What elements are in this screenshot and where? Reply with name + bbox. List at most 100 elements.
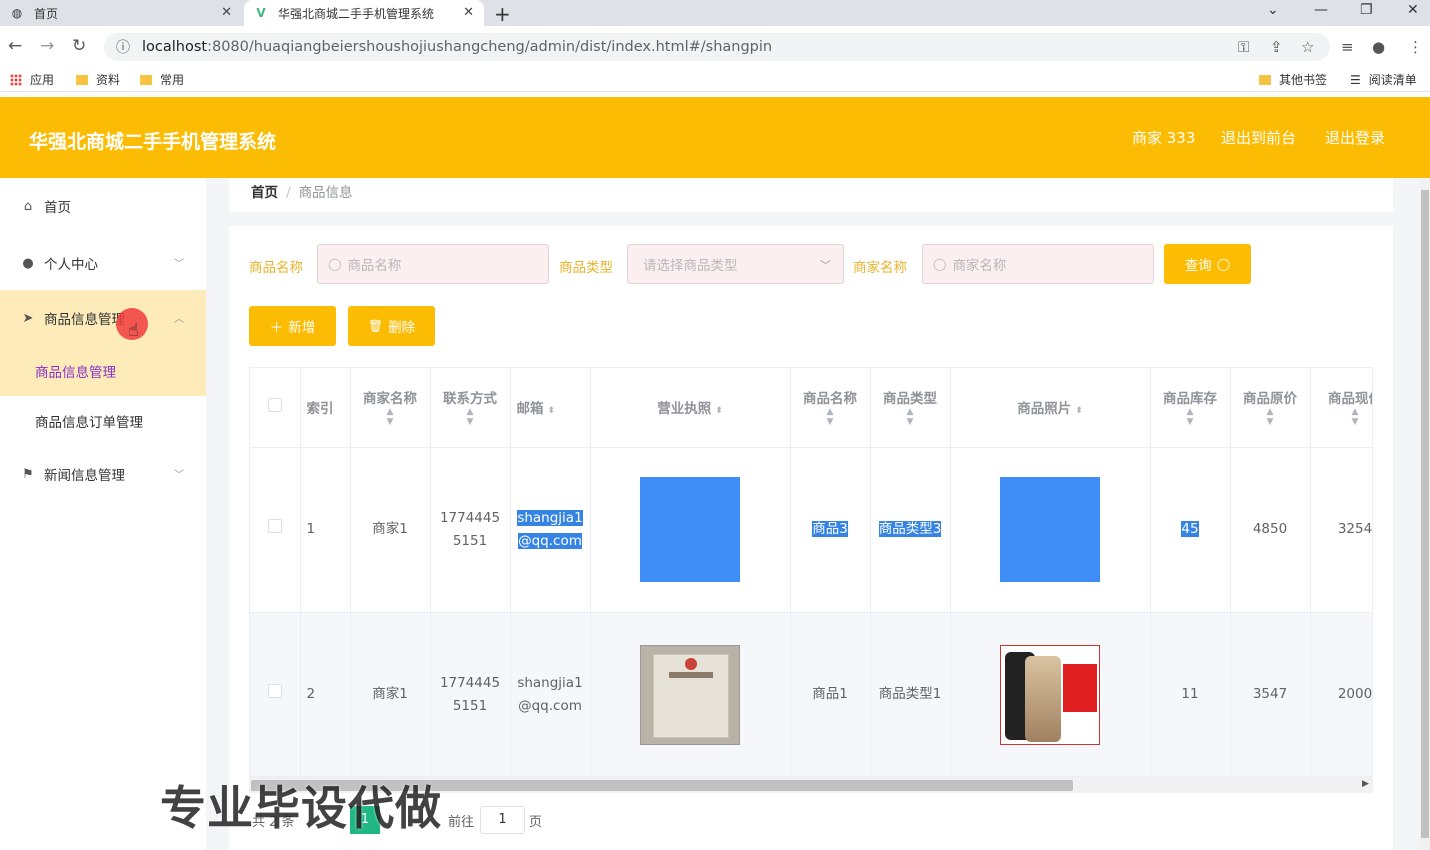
bookmark-label: 其他书签 [1279,73,1328,87]
col-phone[interactable]: 联系方式 ▲ ▼ [430,368,511,448]
bookmark-apps[interactable]: 应用 [10,71,54,88]
cell-orig-price: 3547 [1230,612,1311,776]
cell-index: 1 [300,447,351,613]
filter-merchant-label: 商家名称 [853,260,907,276]
browser-tab-app[interactable]: V 华强北商城二手手机管理系统 ✕ [244,0,484,26]
col-label: 商品照片 [1017,401,1072,418]
license-image[interactable] [640,644,740,745]
col-license[interactable]: 营业执照 ⬍ [590,368,791,448]
bookmark-other[interactable]: 其他书签 [1259,71,1327,88]
vertical-scrollbar-thumb[interactable] [1421,190,1429,838]
reload-icon[interactable]: ↻ [72,36,86,56]
cell-goods-type: 商品类型3 [870,447,951,613]
select-all-cell[interactable] [250,368,301,448]
url-field[interactable]: ⓘ localhost:8080/huaqiangbeiershoushojiu… [104,33,1330,61]
close-icon[interactable]: ✕ [221,5,232,20]
new-tab-icon[interactable]: + [494,2,511,26]
col-goods-photo[interactable]: 商品照片 ⬍ [950,368,1151,448]
sort-icon[interactable]: ▲ ▼ [797,407,864,427]
profile-icon[interactable]: ● [1372,38,1385,56]
table-row: 1 商家1 17744455151 shangjia1@qq.com 商品3 商… [250,447,1372,613]
sidebar-subitem-orders[interactable]: 商品信息订单管理 [0,396,206,446]
sort-icon[interactable]: ▲ ▼ [437,407,504,427]
watermark-text: 专业毕设代做 [160,781,442,835]
back-icon[interactable]: ← [8,36,22,56]
minimize-icon[interactable]: — [1314,2,1328,18]
menu-icon[interactable]: ⋮ [1408,38,1423,56]
sort-icon[interactable]: ⬍ [715,406,723,416]
cell-goods-type: 商品类型1 [870,612,951,776]
tab-search-icon[interactable]: ⌄ [1267,2,1279,18]
sidebar-item-news[interactable]: ⚑ 新闻信息管理 ﹀ [0,446,206,502]
col-now-price[interactable]: 商品现价▲▼ [1310,368,1373,448]
search-button[interactable]: 查询 ◯ [1164,244,1251,284]
table-row: 2 商家1 17744455151 shangjia1@qq.com 商品1 商… [250,612,1372,776]
apps-grid-icon [10,73,22,86]
col-goods-name[interactable]: 商品名称 ▲ ▼ [790,368,871,448]
sort-icon[interactable]: ▲ ▼ [877,407,944,427]
sidebar-item-goods[interactable]: ➤ 商品信息管理 ︿ [0,290,206,346]
browser-tab-home[interactable]: ◍ 首页 ✕ [0,0,242,26]
row-select-cell[interactable] [250,447,301,613]
sort-icon[interactable]: ⬍ [548,406,556,416]
star-icon[interactable]: ☆ [1301,38,1314,56]
site-info-icon[interactable]: ⓘ [116,37,130,57]
sidebar-item-home[interactable]: ⌂ 首页 [0,178,206,234]
sort-icon[interactable]: ▲ ▼ [1317,407,1373,427]
sidebar: ⌂ 首页 ● 个人中心 ﹀ ➤ 商品信息管理 ︿ 商品信息管理 商品信息订单管理… [0,178,206,850]
pager-goto-input[interactable]: 1 [480,806,525,834]
url-path: :8080/huaqiangbeiershoushojiushangcheng/… [207,39,773,55]
bookmark-label: 资料 [96,73,121,87]
bookmark-reading-list[interactable]: ☰ 阅读清单 [1350,71,1417,88]
bookmark-folder-materials[interactable]: 资料 [76,71,120,88]
merchant-name-input[interactable]: ◯ 商家名称 [922,244,1154,284]
breadcrumb-home[interactable]: 首页 [251,185,278,201]
bookmark-label: 应用 [30,73,55,87]
sidebar-item-label: 商品信息订单管理 [35,415,143,431]
sidebar-item-personal[interactable]: ● 个人中心 ﹀ [0,235,206,291]
key-icon[interactable]: ⚿ [1238,38,1249,56]
close-icon[interactable]: ✕ [463,5,474,20]
sort-icon[interactable]: ▲ ▼ [1237,407,1304,427]
window-close-icon[interactable]: ✕ [1407,2,1419,18]
goods-type-select[interactable]: 请选择商品类型 ﹀ [627,244,844,284]
col-label: 商品原价 [1243,391,1297,408]
phone-shape [1025,655,1061,742]
app-header: 华强北商城二手手机管理系统 商家 333 退出到前台 退出登录 [0,97,1430,178]
license-image[interactable] [640,477,740,582]
bookmark-folder-common[interactable]: 常用 [140,71,184,88]
col-goods-type[interactable]: 商品类型 ▲ ▼ [870,368,951,448]
delete-button[interactable]: 🗑 删除 [348,306,435,346]
goods-name-input[interactable]: ◯ 商品名称 [317,244,549,284]
row-checkbox[interactable] [267,684,282,698]
sort-icon[interactable]: ⬍ [1075,406,1083,416]
goods-photo-image[interactable] [1000,477,1100,582]
sidebar-subitem-goods[interactable]: 商品信息管理 [0,346,206,396]
logout-link[interactable]: 退出登录 [1325,127,1385,148]
col-merchant[interactable]: 商家名称 ▲ ▼ [350,368,431,448]
cell-index: 2 [300,612,351,776]
row-checkbox[interactable] [267,519,282,533]
sidebar-item-label: 个人中心 [44,257,98,273]
sort-icon[interactable]: ▲ ▼ [357,407,424,427]
globe-icon: ◍ [11,6,23,20]
add-button[interactable]: ＋ 新增 [249,306,336,346]
cell-goods-name: 商品1 [790,612,871,776]
reading-list-icon: ☰ [1350,72,1361,87]
col-orig-price[interactable]: 商品原价 ▲ ▼ [1230,368,1311,448]
cell-stock: 11 [1150,612,1231,776]
restore-icon[interactable]: ❐ [1360,2,1373,18]
exit-to-front-link[interactable]: 退出到前台 [1221,127,1296,148]
col-email[interactable]: 邮箱 ⬍ [510,368,591,448]
row-select-cell[interactable] [250,612,301,776]
col-stock[interactable]: 商品库存 ▲ ▼ [1150,368,1231,448]
scroll-right-icon[interactable]: ▶ [1362,779,1369,789]
browser-tab-bar: ◍ 首页 ✕ V 华强北商城二手手机管理系统 ✕ + ⌄ — ❐ ✕ [0,0,1430,26]
forward-icon[interactable]: → [40,36,54,56]
goods-photo-image[interactable] [1000,644,1100,745]
share-icon[interactable]: ⇪ [1270,38,1283,56]
sort-icon[interactable]: ▲ ▼ [1157,407,1224,427]
search-icon: ◯ [1216,257,1231,271]
reading-list-icon[interactable]: ≡ [1341,38,1354,56]
select-all-checkbox[interactable] [267,398,282,413]
